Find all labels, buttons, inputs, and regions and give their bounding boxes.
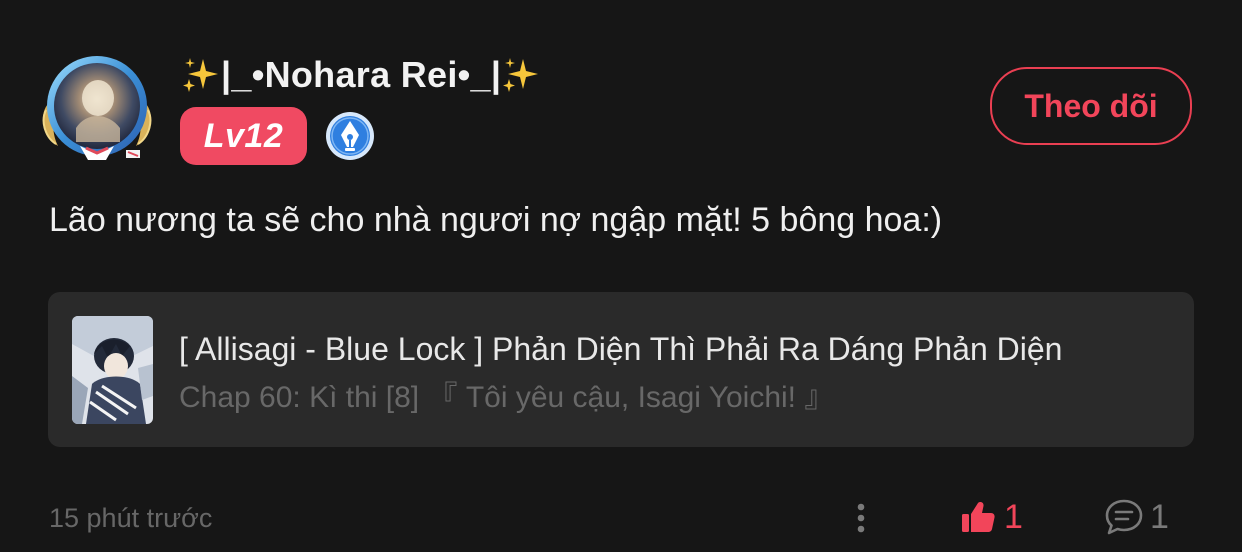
like-count: 1	[1004, 498, 1023, 536]
comment-bubble-icon	[1105, 499, 1143, 535]
story-cover-image	[72, 316, 153, 424]
story-chapter: Chap 60: Kì thi [8] 『 Tôi yêu cậu, Isagi…	[179, 381, 835, 414]
more-options-button[interactable]	[846, 496, 876, 540]
story-title: [ Allisagi - Blue Lock ] Phản Diện Thì P…	[179, 331, 1063, 367]
story-card[interactable]: [ Allisagi - Blue Lock ] Phản Diện Thì P…	[48, 292, 1194, 447]
follow-button[interactable]: Theo dõi	[990, 67, 1192, 145]
sparkle-icon	[183, 58, 218, 93]
username-text: |_•Nohara Rei•_|	[221, 54, 502, 96]
timestamp: 15 phút trước	[49, 503, 213, 533]
level-badge: Lv12	[180, 107, 307, 165]
thumbs-up-icon	[962, 502, 995, 532]
pen-nib-icon	[325, 111, 375, 161]
avatar-frame-icon	[42, 56, 152, 160]
comment-item: |_•Nohara Rei•_| Lv12 Theo dõi Lão nương…	[0, 0, 1242, 552]
like-button[interactable]: 1	[960, 494, 1023, 540]
avatar[interactable]	[36, 50, 158, 162]
more-vertical-icon	[857, 503, 865, 533]
comment-text: Lão nương ta sẽ cho nhà ngươi nợ ngập mặ…	[49, 201, 943, 239]
username[interactable]: |_•Nohara Rei•_|	[181, 52, 541, 100]
sparkle-icon	[503, 58, 539, 93]
comment-count: 1	[1150, 498, 1169, 536]
reply-button[interactable]: 1	[1104, 494, 1169, 540]
